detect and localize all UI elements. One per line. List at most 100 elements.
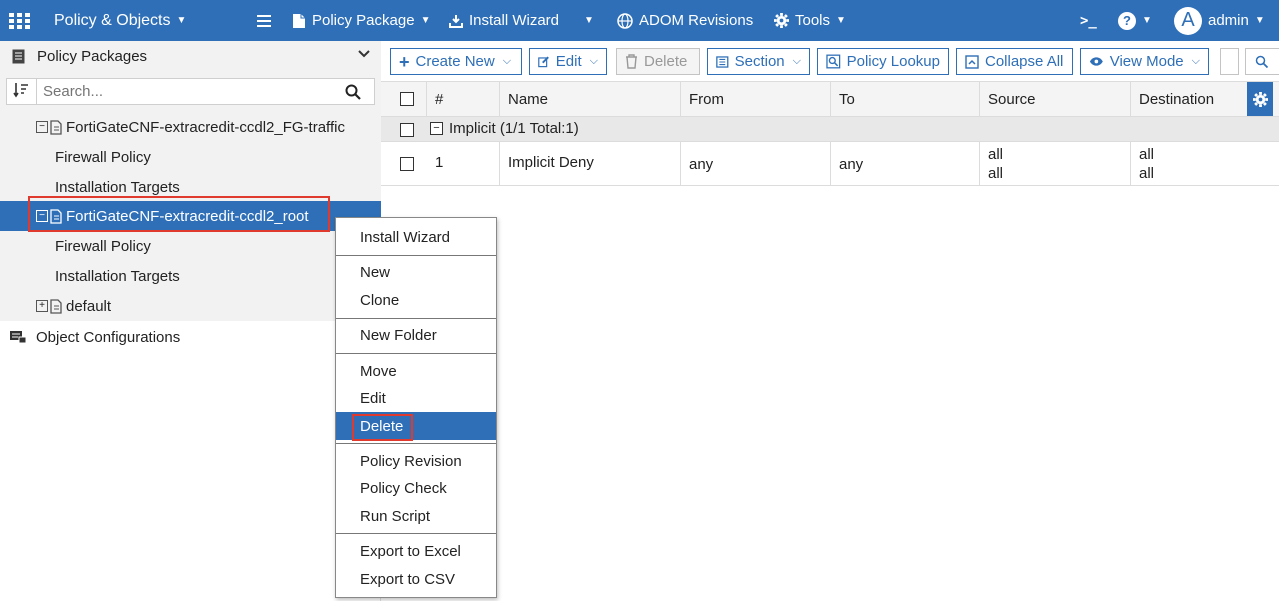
menu-item-clone[interactable]: Clone [336,286,496,314]
chevron-down-icon: ▼ [1254,15,1265,26]
chevron-down-icon[interactable] [358,50,370,58]
menu-separator [336,533,496,534]
policy-lookup-button[interactable]: Policy Lookup [817,48,949,75]
collapse-all-button[interactable]: Collapse All [956,48,1073,75]
tree-item-label: FortiGateCNF-extracredit-ccdl2_FG-traffi… [66,118,345,136]
search-input[interactable] [43,81,333,102]
tree-item-label: Installation Targets [55,267,180,285]
adom-revisions-button[interactable]: ADOM Revisions [617,0,753,41]
tools-label: Tools [795,12,831,29]
hamburger-menu-icon[interactable] [257,0,271,41]
section-icon [716,55,729,68]
table-header: # Name From To Source Destination [381,81,1279,117]
tree-item-firewall-policy[interactable]: Firewall Policy [55,142,151,172]
sidebar: Policy Packages − FortiGateCNF-extracred… [0,41,381,601]
username: admin [1208,12,1249,29]
search-field[interactable] [1220,48,1239,75]
trash-icon [626,54,637,69]
column-header-number[interactable]: # [427,82,500,116]
menu-item-export-excel[interactable]: Export to Excel [336,537,496,565]
object-configurations-item[interactable]: Object Configurations [10,322,180,352]
collapse-all-label: Collapse All [985,53,1064,70]
expand-toggle-icon[interactable]: + [36,300,48,312]
section-collapse-icon[interactable]: − [430,122,443,135]
menu-separator [336,353,496,354]
cell-destination: all all [1139,145,1155,182]
row-select-cell [381,142,427,185]
install-wizard-button[interactable]: Install Wizard [449,0,559,41]
menu-item-edit[interactable]: Edit [336,384,496,412]
create-new-button[interactable]: + Create New ⌵ [390,48,522,75]
tree-item-firewall-policy[interactable]: Firewall Policy [55,231,151,261]
policy-package-list-icon [12,49,25,64]
column-header-destination[interactable]: Destination [1131,82,1247,116]
sort-icon[interactable] [13,82,29,98]
tools-menu[interactable]: Tools ▼ [774,0,846,41]
select-all-checkbox[interactable] [400,92,414,106]
menu-item-export-csv[interactable]: Export to CSV [336,565,496,593]
column-header-to[interactable]: To [831,82,980,116]
section-button[interactable]: Section ⌵ [707,48,810,75]
section-row-implicit[interactable]: − Implicit (1/1 Total:1) [381,117,1279,142]
module-selector[interactable]: Policy & Objects ▼ [54,0,186,41]
row-checkbox[interactable] [400,156,414,171]
chevron-down-icon: ⌵ [1191,55,1200,67]
menu-item-policy-check[interactable]: Policy Check [336,474,496,502]
menu-item-install-wizard[interactable]: Install Wizard [336,223,496,251]
tree-item-label: default [66,297,112,315]
adom-revisions-label: ADOM Revisions [639,12,754,29]
menu-item-run-script[interactable]: Run Script [336,502,496,530]
chevron-down-icon: ▼ [1142,15,1152,26]
tree-item-package-fg-traffic[interactable]: − FortiGateCNF-extracredit-ccdl2_FG-traf… [36,112,345,142]
help-menu[interactable]: ? ▼ [1118,0,1152,41]
policy-package-menu[interactable]: Policy Package ▼ [292,0,430,41]
menu-separator [336,255,496,256]
chevron-down-icon: ⌵ [792,55,801,67]
policy-package-label: Policy Package [312,12,415,29]
delete-label: Delete [644,53,688,70]
package-icon [50,298,62,314]
tree-item-package-default[interactable]: + default [36,291,111,321]
policy-lookup-label: Policy Lookup [846,53,940,70]
lookup-icon [826,54,841,69]
menu-item-move[interactable]: Move [336,357,496,385]
search-box [6,78,375,105]
collapse-toggle-icon[interactable]: − [36,121,48,133]
tree-item-label: Installation Targets [55,178,180,196]
section-label: Section [734,53,785,70]
edit-button[interactable]: Edit ⌵ [529,48,607,75]
plus-icon: + [399,51,410,72]
cell-number: 1 [427,142,500,185]
view-mode-button[interactable]: View Mode ⌵ [1080,48,1209,75]
install-dropdown-toggle[interactable]: ▼ [584,0,594,41]
view-mode-label: View Mode [1109,53,1184,70]
cell-to: any [831,142,980,185]
chevron-down-icon: ▼ [420,15,431,26]
cli-console-icon[interactable]: >_ [1080,0,1097,41]
avatar: A [1174,6,1202,35]
column-header-name[interactable]: Name [500,82,681,116]
menu-item-policy-revision[interactable]: Policy Revision [336,447,496,475]
object-configurations-label: Object Configurations [36,328,181,346]
highlight-box-delete [352,414,413,441]
table-row[interactable]: 1 Implicit Deny any any all all all all [381,142,1279,186]
chevron-down-icon: ▼ [176,15,187,26]
chevron-down-icon: ⌵ [502,55,512,67]
delete-button[interactable]: Delete [616,48,700,75]
search-button[interactable] [1245,48,1279,75]
column-settings-gear-icon[interactable] [1247,82,1273,116]
menu-item-new[interactable]: New [336,258,496,286]
column-header-source[interactable]: Source [980,82,1131,116]
menu-item-new-folder[interactable]: New Folder [336,321,496,349]
user-menu[interactable]: A admin ▼ [1174,0,1265,41]
section-checkbox[interactable] [400,123,414,137]
policy-packages-header[interactable]: Policy Packages [0,41,381,73]
app-grid-icon[interactable] [9,0,31,41]
cell-source: all all [980,142,1131,185]
column-header-from[interactable]: From [681,82,831,116]
install-wizard-label: Install Wizard [469,12,560,29]
cell-from: any [681,142,831,185]
search-icon[interactable] [345,84,361,100]
tree-item-installation-targets[interactable]: Installation Targets [55,261,180,291]
edit-label: Edit [555,53,582,70]
